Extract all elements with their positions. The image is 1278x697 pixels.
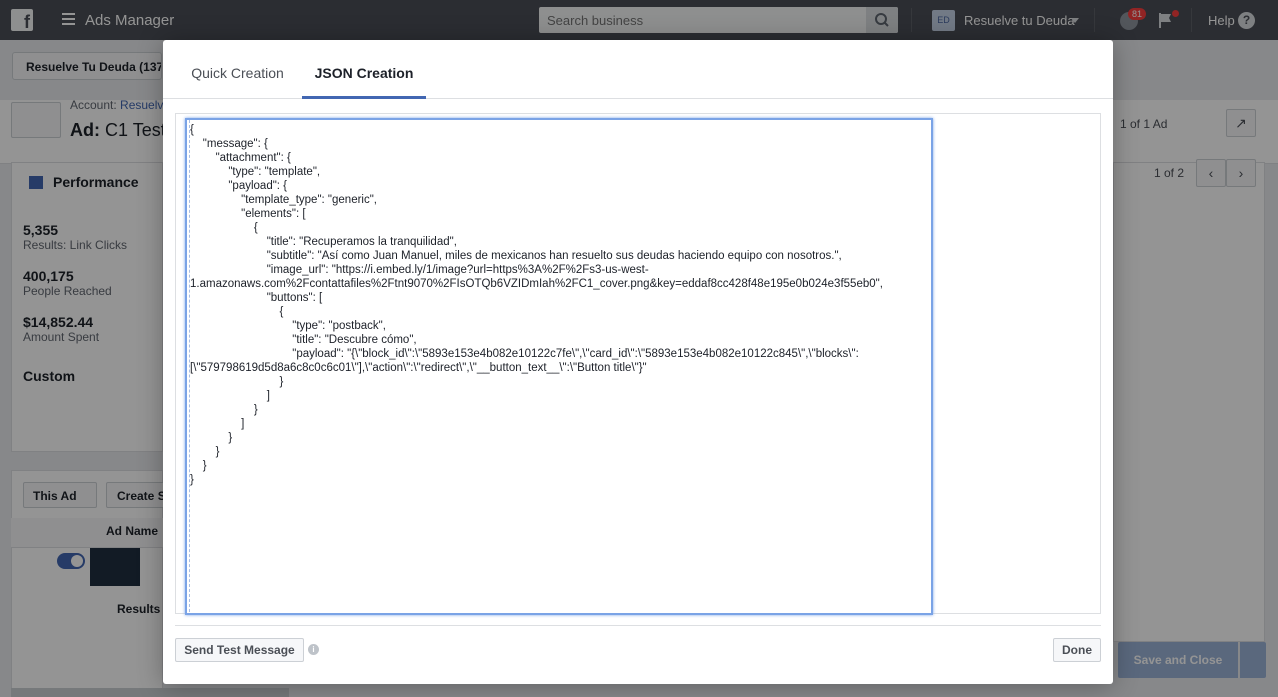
tab-json-creation[interactable]: JSON Creation bbox=[302, 40, 426, 99]
json-code-text[interactable]: { "message": { "attachment": { "type": "… bbox=[190, 123, 928, 487]
send-test-message-button[interactable]: Send Test Message bbox=[175, 638, 304, 662]
message-creation-dialog: Quick Creation JSON Creation { "message"… bbox=[163, 40, 1113, 684]
info-icon[interactable]: i bbox=[308, 644, 319, 655]
dialog-tabs: Quick Creation JSON Creation bbox=[163, 40, 1113, 99]
tab-quick-creation[interactable]: Quick Creation bbox=[175, 40, 300, 99]
footer-divider bbox=[175, 625, 1101, 626]
json-code-editor[interactable]: { "message": { "attachment": { "type": "… bbox=[185, 118, 933, 615]
done-button[interactable]: Done bbox=[1053, 638, 1101, 662]
json-editor-frame: { "message": { "attachment": { "type": "… bbox=[175, 113, 1101, 615]
